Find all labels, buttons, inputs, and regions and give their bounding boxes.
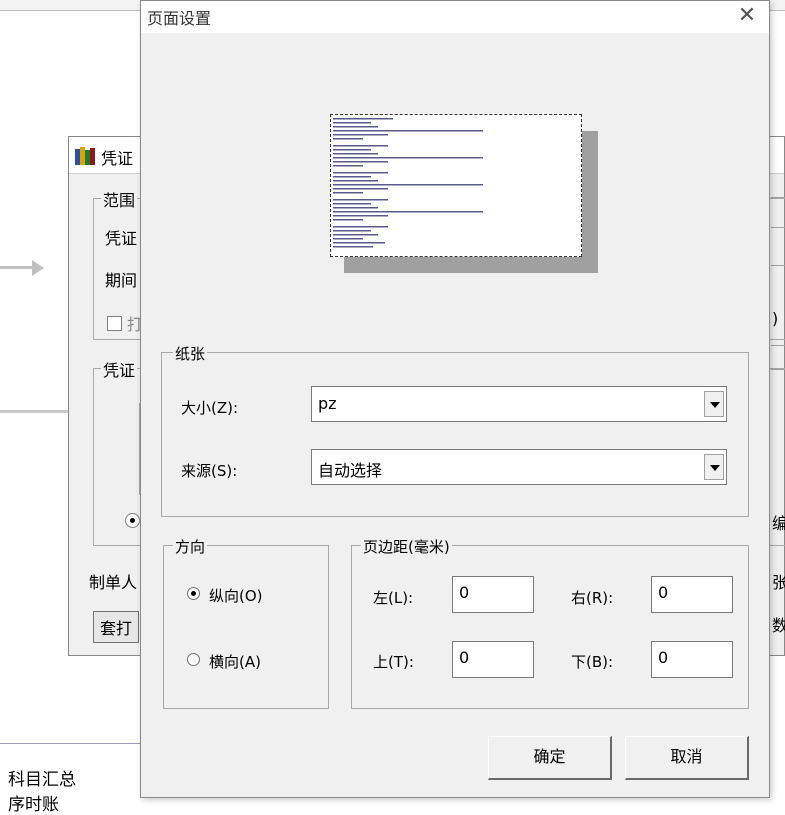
margin-right-input[interactable]: 0 <box>651 576 733 613</box>
chevron-down-icon[interactable] <box>704 391 724 417</box>
voucher-label: 凭证 <box>105 229 138 248</box>
paper-group <box>161 352 749 517</box>
paper-source-select[interactable]: 自动选择 <box>311 449 727 485</box>
paper-size-select[interactable]: pz <box>311 386 727 422</box>
menu-item-subject-summary[interactable]: 科目汇总 <box>8 765 76 790</box>
paper-source-label: 来源(S): <box>181 462 238 480</box>
voucher-group-label: 凭证 <box>101 357 138 381</box>
page-setup-dialog: 页面设置 ✕ 纸张 大小(Z): pz 来源(S): 自动选择 方向 纵向(O)… <box>140 0 770 798</box>
range-group-label: 范围 <box>101 187 138 211</box>
close-icon[interactable]: ✕ <box>735 3 759 28</box>
dialog-titlebar[interactable]: 页面设置 ✕ <box>141 1 769 33</box>
portrait-radio[interactable] <box>187 587 200 600</box>
orientation-group <box>163 545 329 709</box>
margin-top-label: 上(T): <box>373 653 414 671</box>
paper-source-value: 自动选择 <box>318 461 383 480</box>
margin-left-input[interactable]: 0 <box>452 576 534 613</box>
flow-arrow <box>0 266 34 269</box>
right-rule-2 <box>771 227 785 228</box>
portrait-label[interactable]: 纵向(O) <box>209 585 263 606</box>
ok-button[interactable]: 确定 <box>488 736 612 780</box>
right-rule-1 <box>771 197 785 198</box>
margin-bottom-value: 0 <box>658 648 669 667</box>
margin-left-value: 0 <box>459 583 470 602</box>
right-fragment-3: 张 <box>772 573 785 592</box>
margin-right-label: 右(R): <box>571 589 614 607</box>
margin-bottom-label: 下(B): <box>571 653 614 671</box>
right-rule-4 <box>771 345 785 346</box>
landscape-radio[interactable] <box>187 653 200 666</box>
paper-size-label: 大小(Z): <box>181 399 239 417</box>
page-preview <box>330 114 582 257</box>
print-checkbox[interactable] <box>107 316 122 331</box>
voucher-option-radio[interactable] <box>125 513 140 528</box>
right-rule-5 <box>771 369 785 370</box>
right-rule-3 <box>771 265 785 266</box>
margin-bottom-input[interactable]: 0 <box>651 641 733 678</box>
maker-label: 制单人 <box>89 573 138 592</box>
flow-line <box>0 410 70 413</box>
voucher-window-title: 凭证 <box>101 149 134 168</box>
margin-top-input[interactable]: 0 <box>452 641 534 678</box>
landscape-label[interactable]: 横向(A) <box>209 651 261 672</box>
margins-group <box>351 545 749 709</box>
orientation-group-label: 方向 <box>173 536 208 557</box>
right-fragment-2: 编 <box>772 514 785 533</box>
chevron-down-icon[interactable] <box>704 454 724 480</box>
margin-top-value: 0 <box>459 648 470 667</box>
cancel-button[interactable]: 取消 <box>625 736 749 780</box>
dialog-title: 页面设置 <box>147 9 212 28</box>
margin-left-label: 左(L): <box>373 589 414 607</box>
right-fragment-1: ) <box>772 309 779 328</box>
background-divider <box>0 743 141 744</box>
template-print-button[interactable]: 套打 <box>93 611 140 643</box>
paper-size-value: pz <box>318 394 337 413</box>
flow-arrow-head <box>32 260 44 276</box>
period-label: 期间 <box>105 271 138 290</box>
preview-text-lines <box>333 118 483 248</box>
margin-right-value: 0 <box>658 583 669 602</box>
books-icon <box>75 147 95 165</box>
paper-group-label: 纸张 <box>173 343 208 364</box>
right-fragment-4: 数 <box>772 616 785 635</box>
margins-group-label: 页边距(毫米) <box>361 536 452 557</box>
